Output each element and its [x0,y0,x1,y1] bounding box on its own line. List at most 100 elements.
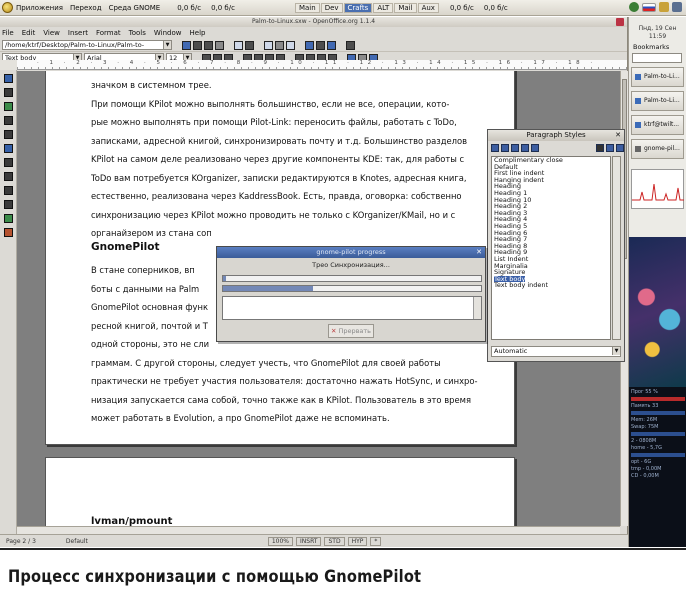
update-style-icon[interactable] [616,143,624,152]
insert-mode[interactable]: INSRT [296,536,322,546]
close-icon[interactable]: ✕ [476,247,482,258]
selection-mode[interactable]: STD [324,536,345,546]
menu-view[interactable]: View [43,29,60,37]
workspace-mail[interactable]: Mail [394,2,417,13]
task-button[interactable]: ktrf@twilt... [631,115,684,135]
task-button[interactable]: Palm-to-Li... [631,91,684,111]
styles-filter-combo[interactable]: Automatic ▼ [491,346,621,357]
menu-help[interactable]: Help [190,29,206,37]
graphics-off-icon[interactable] [4,214,13,223]
task-button[interactable]: Palm-to-Li... [631,67,684,87]
style-item[interactable]: Text body indent [494,282,610,289]
volume-icon[interactable] [672,2,682,12]
data-sources-icon[interactable] [4,186,13,195]
status-icon[interactable] [629,2,639,12]
edit-autotext-icon[interactable] [4,144,13,153]
document-page-2[interactable]: lvman/pmount [45,457,515,526]
conduit-progress-bar [222,285,482,292]
redo-icon[interactable] [316,40,325,50]
undo-icon[interactable] [305,40,314,50]
caption-area: Процесс синхронизации с помощью GnomePil… [0,548,686,614]
horizontal-ruler[interactable]: · 1 · 2 · 3 · 4 · 5 · 6 · 7 · 8 · 9 · 10… [17,60,627,70]
autospellcheck-icon[interactable] [4,158,13,167]
load-graph [631,169,684,209]
system-monitor: Прог 55 % Память 33 Mem: 26M Swap: 75M 2… [629,387,686,547]
workspace-aux[interactable]: Aux [417,2,439,13]
export-pdf-icon[interactable] [245,40,254,50]
numbering-styles-icon[interactable] [531,143,539,152]
workspace-alt[interactable]: ALT [373,2,394,13]
sync-log-area[interactable] [222,296,482,320]
horizontal-scrollbar[interactable] [17,526,620,534]
applet-icon[interactable] [659,2,669,12]
bookmarks-combo[interactable] [632,53,682,63]
menu-insert[interactable]: Insert [68,29,88,37]
save-icon[interactable] [204,40,213,50]
window-titlebar[interactable]: Palm-to-Linux.sxw - OpenOffice.org 1.1.4 [0,17,627,27]
new-document-icon[interactable] [182,40,191,50]
cancel-button[interactable]: ✕ Прервать [328,324,374,338]
page-styles-icon[interactable] [521,143,529,152]
find-replace-icon[interactable] [4,172,13,181]
show-draw-functions-icon[interactable] [4,116,13,125]
new-style-icon[interactable] [606,143,614,152]
cut-icon[interactable] [264,40,273,50]
menu-window[interactable]: Window [154,29,182,37]
log-scrollbar[interactable] [473,297,481,319]
menu-desktop[interactable]: Среда GNOME [109,4,161,12]
print-icon[interactable] [234,40,243,50]
styles-title: Paragraph Styles [526,131,586,139]
chevron-down-icon[interactable]: ▼ [612,347,620,355]
cancel-label: Прервать [338,327,372,335]
insert-icon[interactable] [4,74,13,83]
online-layout-icon[interactable] [4,228,13,237]
task-button[interactable]: gnome-pil... [631,139,684,159]
form-controls-icon[interactable] [4,130,13,139]
page-indicator: Page 2 / 3 [6,537,36,545]
navigator-icon[interactable] [327,40,336,50]
gnome-menu: Приложения Переход Среда GNOME [0,2,167,13]
menu-applications[interactable]: Приложения [16,4,63,12]
insert-fields-icon[interactable] [4,88,13,97]
document-line: записками, адресной книгой, синхронизиро… [91,135,468,146]
keyboard-layout-flag-icon[interactable] [642,2,656,12]
edit-file-icon[interactable] [215,40,224,50]
workspace-dev[interactable]: Dev [320,2,343,13]
styles-titlebar[interactable]: Paragraph Styles ✕ [488,130,624,141]
page-style[interactable]: Default [66,538,88,545]
nonprinting-chars-icon[interactable] [4,200,13,209]
hyperlink-mode[interactable]: HYP [347,536,368,546]
insert-objects-icon[interactable] [4,102,13,111]
frame-styles-icon[interactable] [511,143,519,152]
clock[interactable]: Пнд, 19 Сен 11:59 [629,17,686,41]
url-value: /home/ktrf/Desktop/Palm-to-Linux/Palm-to… [5,41,145,49]
styles-list-scrollbar[interactable] [612,156,621,340]
chevron-down-icon[interactable]: ▼ [163,41,171,49]
menu-places[interactable]: Переход [70,4,102,12]
heading-gnomepilot: GnomePilot [91,241,160,253]
open-icon[interactable] [193,40,202,50]
zoom-level[interactable]: 100% [267,536,293,546]
ruler-corner[interactable] [0,60,17,70]
close-window-icon[interactable] [616,18,624,26]
paragraph-styles-icon[interactable] [491,143,499,152]
close-icon[interactable]: ✕ [615,130,621,141]
modified-indicator: * [370,536,382,546]
url-combo[interactable]: /home/ktrf/Desktop/Palm-to-Linux/Palm-to… [2,40,172,50]
fill-format-icon[interactable] [596,143,604,152]
menu-format[interactable]: Format [96,29,121,37]
workspace-switcher: Main Dev Crafts ALT Mail Aux [294,2,440,13]
menu-edit[interactable]: Edit [22,29,36,37]
gallery-icon[interactable] [346,40,355,50]
sync-titlebar[interactable]: gnome-pilot progress ✕ [217,247,485,258]
styles-list[interactable]: Complimentary close Default First line ind… [491,156,611,340]
workspace-main[interactable]: Main [294,2,320,13]
character-styles-icon[interactable] [501,143,509,152]
copy-icon[interactable] [275,40,284,50]
sysmon-line: home - 5,7G [631,445,662,451]
menu-tools[interactable]: Tools [129,29,146,37]
document-line: значком в системном трее. [91,80,212,90]
menu-file[interactable]: File [2,29,14,37]
paste-icon[interactable] [286,40,295,50]
workspace-crafts[interactable]: Crafts [343,2,373,13]
